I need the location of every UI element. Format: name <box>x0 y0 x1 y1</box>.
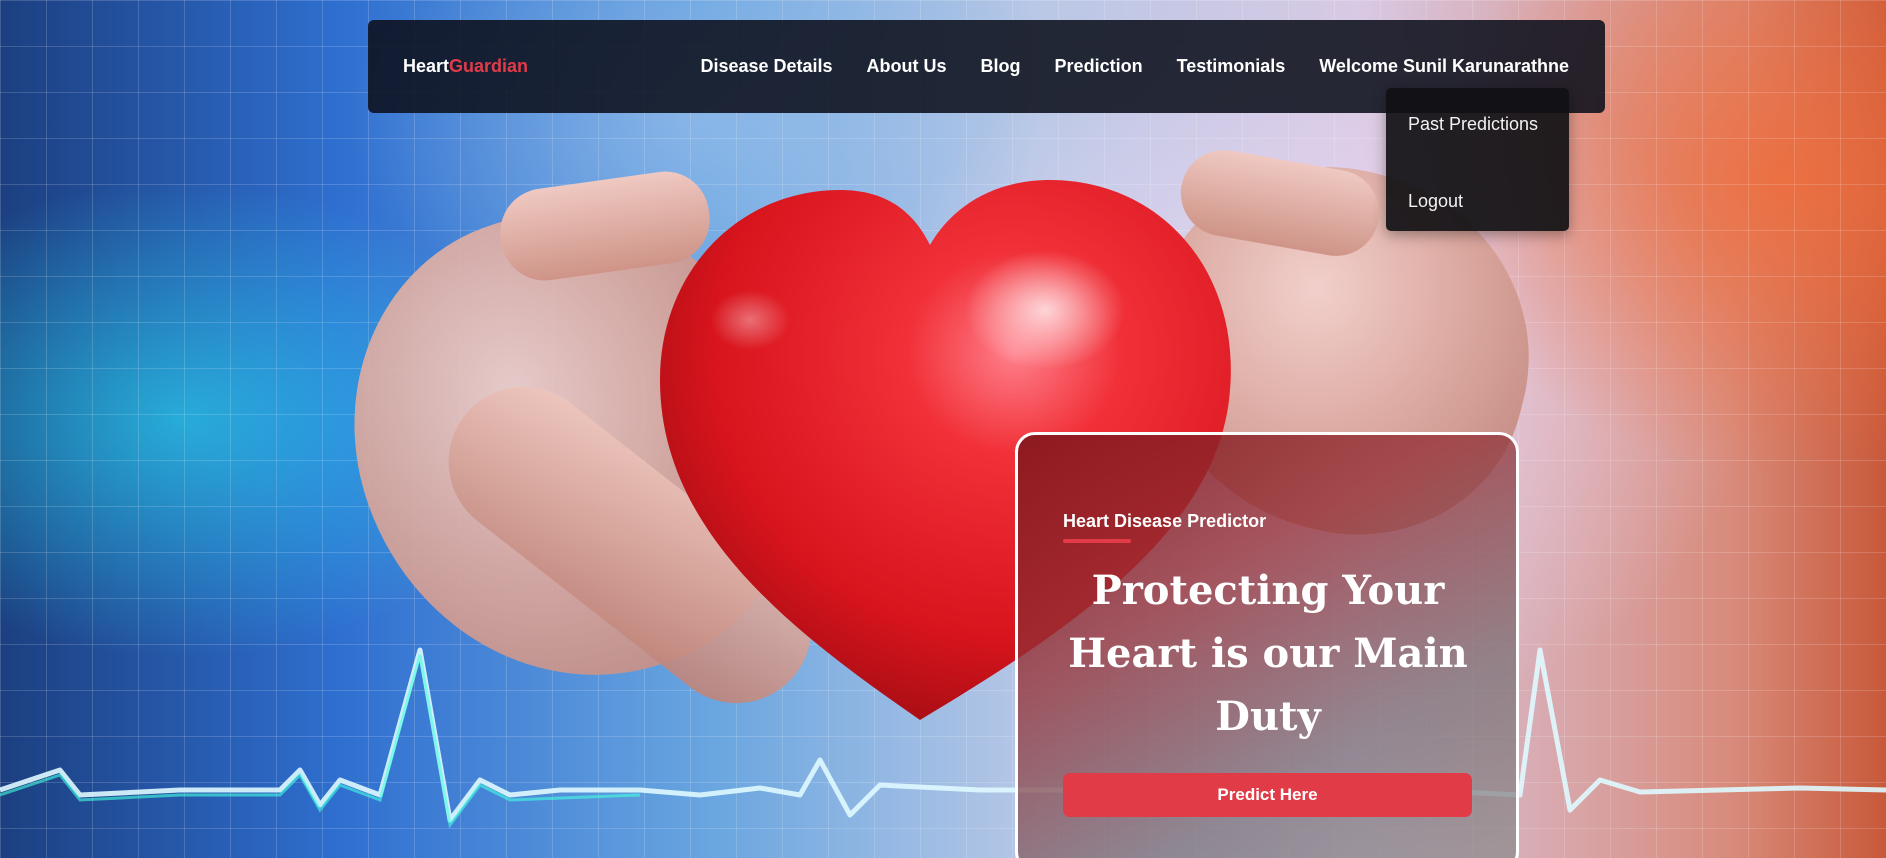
nav-link-prediction[interactable]: Prediction <box>1055 56 1143 77</box>
hero-heading: Protecting Your Heart is our Main Duty <box>1068 567 1468 740</box>
nav-link-blog[interactable]: Blog <box>981 56 1021 77</box>
hero-page: HeartGuardian Disease Details About Us B… <box>0 0 1886 858</box>
ecg-line-icon <box>0 647 1886 829</box>
brand-logo[interactable]: HeartGuardian <box>403 56 528 77</box>
nav-link-disease-details[interactable]: Disease Details <box>700 56 832 77</box>
card-eyebrow: Heart Disease Predictor <box>1063 511 1267 531</box>
nav-link-about-us[interactable]: About Us <box>867 56 947 77</box>
user-menu-toggle[interactable]: Welcome Sunil Karunarathne <box>1319 56 1569 77</box>
dropdown-item-logout[interactable]: Logout <box>1386 189 1569 227</box>
dropdown-item-past-predictions[interactable]: Past Predictions <box>1386 112 1569 150</box>
brand-primary-text: Heart <box>403 56 450 76</box>
user-dropdown-menu: Past Predictions Logout <box>1386 88 1569 231</box>
eyebrow-underline <box>1063 539 1131 543</box>
predictor-card: Heart Disease Predictor Protecting Your … <box>1015 432 1519 858</box>
brand-accent-text: Guardian <box>449 56 529 76</box>
nav-links: Disease Details About Us Blog Prediction… <box>700 56 1569 77</box>
nav-link-testimonials[interactable]: Testimonials <box>1177 56 1286 77</box>
predict-here-button[interactable]: Predict Here <box>1063 773 1472 817</box>
